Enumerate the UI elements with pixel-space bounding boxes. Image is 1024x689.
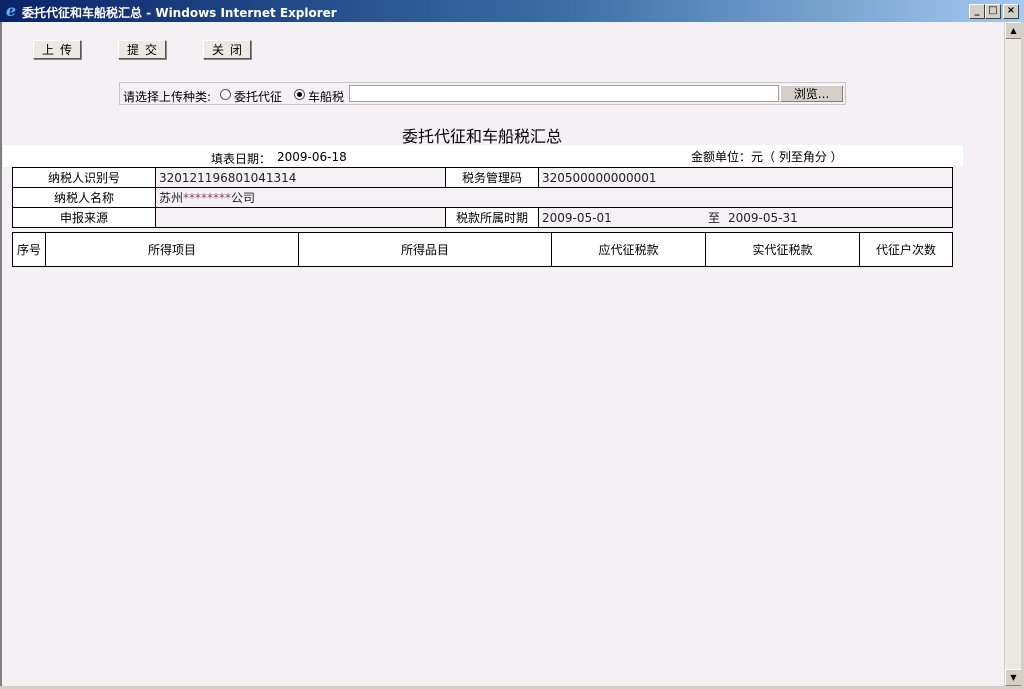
report-title: 委托代征和车船税汇总 bbox=[401, 127, 562, 146]
column-header: 实代征税款 bbox=[705, 232, 860, 267]
submit-button[interactable]: 提交 bbox=[118, 40, 166, 59]
column-header: 代征户次数 bbox=[859, 232, 953, 267]
minimize-button[interactable]: _ bbox=[969, 4, 985, 19]
currency-unit-text: 金额单位：元（ 列至角分 ） bbox=[691, 150, 843, 164]
upload-type-prompt: 请选择上传种类: bbox=[123, 90, 212, 104]
close-window-button[interactable]: × bbox=[1003, 4, 1019, 19]
collection-grid: 序号 所得项目 所得品目 应代征税款 实代征税款 代征户次数 bbox=[12, 232, 953, 267]
browse-button[interactable]: 浏览... bbox=[780, 85, 843, 102]
upload-button[interactable]: 上传 bbox=[33, 40, 81, 59]
tax-period-field[interactable]: 2009-05-01 至 2009-05-31 bbox=[538, 207, 953, 228]
taxpayer-name-mask: ******** bbox=[183, 191, 232, 205]
taxpayer-name-label: 纳税人名称 bbox=[12, 187, 156, 208]
tax-period-label: 税款所属时期 bbox=[445, 207, 539, 228]
column-header: 所得项目 bbox=[45, 232, 299, 267]
taxpayer-name-field[interactable]: 苏州********公司 bbox=[155, 187, 953, 208]
window-title: 委托代征和车船税汇总 - Windows Internet Explorer bbox=[22, 6, 337, 20]
taxpayer-info-table: 纳税人识别号 320121196801041314 税务管理码 32050000… bbox=[12, 167, 953, 228]
taxpayer-name-suffix: 公司 bbox=[231, 191, 256, 205]
tax-code-label: 税务管理码 bbox=[445, 167, 539, 188]
column-header: 所得品目 bbox=[298, 232, 552, 267]
grid-header-row: 序号 所得项目 所得品目 应代征税款 实代征税款 代征户次数 bbox=[12, 232, 953, 267]
column-header: 应代征税款 bbox=[551, 232, 706, 267]
table-row: 申报来源 税款所属时期 2009-05-01 至 2009-05-31 bbox=[12, 207, 953, 228]
period-to: 至 bbox=[708, 211, 721, 225]
report-info-strip: 填表日期： 2009-06-18 金额单位：元（ 列至角分 ） bbox=[3, 145, 963, 167]
radio-entrusted-collection-label[interactable]: 委托代征 bbox=[234, 88, 282, 105]
taxpayer-id-field[interactable]: 320121196801041314 bbox=[155, 167, 446, 188]
upload-type-bar: 请选择上传种类: 委托代征 车船税 浏览... bbox=[119, 82, 846, 105]
scroll-down-icon[interactable]: ▼ bbox=[1005, 669, 1022, 686]
radio-vehicle-vessel-tax-label[interactable]: 车船税 bbox=[308, 88, 344, 105]
taxpayer-id-label: 纳税人识别号 bbox=[12, 167, 156, 188]
scroll-up-icon[interactable]: ▲ bbox=[1005, 22, 1022, 39]
tax-code-field[interactable]: 320500000000001 bbox=[538, 167, 953, 188]
declaration-source-label: 申报来源 bbox=[12, 207, 156, 228]
close-button[interactable]: 关闭 bbox=[203, 40, 251, 59]
taxpayer-name-prefix: 苏州 bbox=[159, 191, 184, 205]
file-path-input[interactable] bbox=[349, 85, 779, 102]
period-start: 2009-05-01 bbox=[542, 211, 612, 225]
fill-date-value: 2009-06-18 bbox=[277, 150, 347, 164]
radio-entrusted-collection[interactable] bbox=[220, 89, 231, 100]
period-end: 2009-05-31 bbox=[728, 211, 798, 225]
window-title-bar: e 委托代征和车船税汇总 - Windows Internet Explorer… bbox=[0, 0, 1024, 22]
ie-logo-icon: e bbox=[5, 1, 17, 20]
table-row: 纳税人名称 苏州********公司 bbox=[12, 187, 953, 208]
table-row: 纳税人识别号 320121196801041314 税务管理码 32050000… bbox=[12, 167, 953, 188]
declaration-source-field[interactable] bbox=[155, 207, 446, 228]
radio-vehicle-vessel-tax[interactable] bbox=[294, 89, 305, 100]
maximize-button[interactable]: □ bbox=[985, 4, 1001, 19]
column-header: 序号 bbox=[12, 232, 46, 267]
vertical-scrollbar[interactable]: ▲ ▼ bbox=[1004, 22, 1022, 686]
fill-date-label: 填表日期： bbox=[211, 152, 272, 166]
